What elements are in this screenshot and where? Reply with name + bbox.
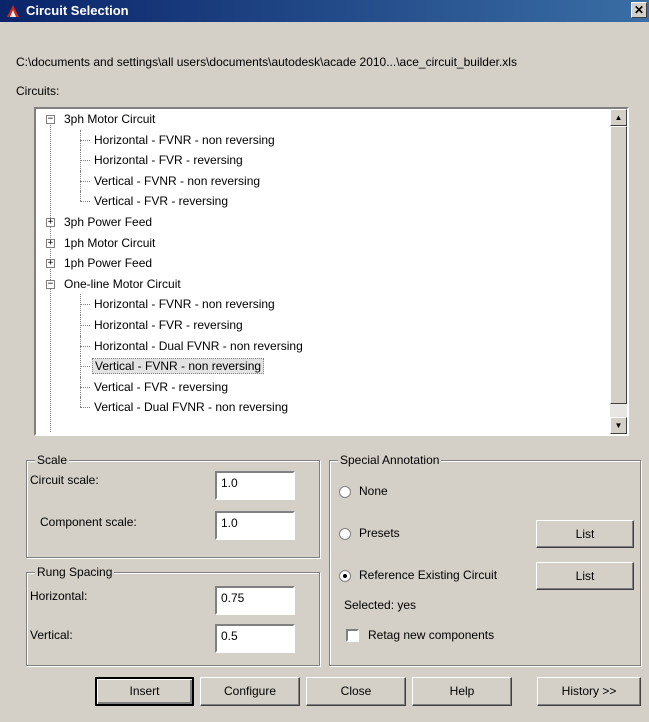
scale-group: Scale Circuit scale: 1.0 Component scale… bbox=[26, 453, 320, 558]
tree-connector bbox=[80, 397, 81, 408]
tree-connector bbox=[80, 376, 81, 398]
tree-connector bbox=[80, 129, 81, 151]
selected-status: Selected: yes bbox=[344, 598, 417, 612]
window-title: Circuit Selection bbox=[26, 3, 129, 18]
tree-connector bbox=[50, 123, 51, 432]
retag-checkbox-label[interactable]: Retag new components bbox=[368, 628, 494, 642]
tree-item-label: Horizontal - FVNR - non reversing bbox=[94, 132, 275, 147]
tree-item-label: Vertical - FVNR - non reversing bbox=[94, 173, 261, 188]
tree-connector bbox=[80, 366, 90, 368]
tree-connector bbox=[80, 150, 81, 171]
reference-existing-radio[interactable] bbox=[339, 570, 351, 582]
horizontal-label: Horizontal: bbox=[30, 589, 88, 603]
tree-category[interactable]: 3ph Motor Circuit bbox=[62, 109, 157, 129]
tree-category[interactable]: 3ph Power Feed bbox=[62, 212, 154, 232]
tree-item-label: 1ph Power Feed bbox=[64, 256, 153, 271]
tree-connector bbox=[80, 304, 90, 306]
rung-spacing-group-title: Rung Spacing bbox=[35, 565, 115, 579]
close-icon[interactable]: ✕ bbox=[631, 2, 647, 18]
tree-item-label: Vertical - Dual FVNR - non reversing bbox=[94, 400, 289, 415]
close-button[interactable]: Close bbox=[306, 677, 406, 706]
tree-circuit-item[interactable]: Horizontal - FVNR - non reversing bbox=[92, 130, 277, 150]
collapse-icon[interactable]: − bbox=[46, 279, 55, 289]
tree-connector bbox=[80, 191, 81, 202]
circuit-scale-input[interactable]: 1.0 bbox=[215, 471, 295, 500]
expand-icon[interactable]: + bbox=[46, 238, 55, 248]
scroll-up-button[interactable]: ▲ bbox=[610, 109, 627, 126]
horizontal-spacing-input[interactable]: 0.75 bbox=[215, 586, 295, 615]
component-scale-label: Component scale: bbox=[40, 515, 137, 529]
circuits-label: Circuits: bbox=[16, 84, 60, 98]
help-button[interactable]: Help bbox=[412, 677, 512, 706]
tree-connector bbox=[80, 160, 90, 162]
tree-item-label: One-line Motor Circuit bbox=[64, 276, 181, 291]
insert-button[interactable]: Insert bbox=[95, 677, 194, 706]
scroll-thumb[interactable] bbox=[610, 126, 627, 404]
tree-item-label: Vertical - FVNR - non reversing bbox=[92, 358, 265, 375]
presets-list-button[interactable]: List bbox=[536, 520, 634, 548]
tree-item-label: Horizontal - FVNR - non reversing bbox=[94, 297, 275, 312]
history-button[interactable]: History >> bbox=[537, 677, 641, 706]
tree-connector bbox=[80, 294, 81, 315]
configure-button[interactable]: Configure bbox=[200, 677, 300, 706]
tree-circuit-item[interactable]: Vertical - FVNR - non reversing bbox=[92, 356, 265, 376]
tree-item-label: Horizontal - Dual FVNR - non reversing bbox=[94, 338, 303, 353]
tree-circuit-item[interactable]: Vertical - FVR - reversing bbox=[92, 377, 230, 397]
circuit-scale-label: Circuit scale: bbox=[30, 473, 99, 487]
tree-connector bbox=[80, 407, 90, 409]
scroll-down-button[interactable]: ▼ bbox=[610, 417, 627, 434]
tree-item-label: Horizontal - FVR - reversing bbox=[94, 318, 243, 332]
circuit-tree[interactable]: −3ph Motor Circuit Horizontal - FVNR - no… bbox=[34, 107, 629, 436]
special-annotation-group: Special Annotation None Presets List Ref… bbox=[329, 453, 641, 666]
rung-spacing-group: Rung Spacing Horizontal: 0.75 Vertical: … bbox=[26, 565, 320, 666]
tree-item-label: Horizontal - FVR - reversing bbox=[94, 153, 243, 168]
reference-list-button[interactable]: List bbox=[536, 562, 634, 590]
tree-category[interactable]: 1ph Motor Circuit bbox=[62, 233, 157, 253]
tree-item-label: 1ph Motor Circuit bbox=[64, 235, 156, 250]
tree-connector bbox=[80, 201, 90, 203]
tree-circuit-item[interactable]: Vertical - Dual FVNR - non reversing bbox=[92, 397, 290, 417]
file-path: C:\documents and settings\all users\docu… bbox=[16, 55, 517, 69]
vertical-label: Vertical: bbox=[30, 628, 73, 642]
tree-item-label: Vertical - FVR - reversing bbox=[94, 194, 229, 209]
tree-item-label: 3ph Power Feed bbox=[64, 215, 153, 229]
tree-connector bbox=[80, 345, 90, 347]
tree-item-label: 3ph Motor Circuit bbox=[64, 112, 156, 126]
presets-radio-label[interactable]: Presets bbox=[359, 526, 400, 540]
none-radio-label[interactable]: None bbox=[359, 484, 388, 498]
expand-icon[interactable]: + bbox=[46, 259, 55, 269]
presets-radio[interactable] bbox=[339, 528, 351, 540]
circuit-tree-items: −3ph Motor Circuit Horizontal - FVNR - no… bbox=[36, 109, 610, 434]
tree-connector bbox=[80, 356, 81, 377]
special-annotation-title: Special Annotation bbox=[338, 453, 442, 467]
vertical-spacing-input[interactable]: 0.5 bbox=[215, 624, 295, 653]
tree-item-label: Vertical - FVR - reversing bbox=[94, 379, 229, 394]
tree-circuit-item[interactable]: Vertical - FVR - reversing bbox=[92, 191, 230, 211]
tree-circuit-item[interactable]: Horizontal - FVR - reversing bbox=[92, 315, 245, 335]
tree-circuit-item[interactable]: Horizontal - FVR - reversing bbox=[92, 150, 245, 170]
scale-group-title: Scale bbox=[35, 453, 70, 467]
tree-circuit-item[interactable]: Horizontal - FVNR - non reversing bbox=[92, 294, 277, 314]
app-icon bbox=[7, 5, 19, 17]
reference-existing-label[interactable]: Reference Existing Circuit bbox=[359, 568, 497, 582]
retag-checkbox[interactable] bbox=[346, 629, 359, 642]
collapse-icon[interactable]: − bbox=[46, 115, 55, 124]
tree-category[interactable]: 1ph Power Feed bbox=[62, 253, 154, 273]
title-bar: Circuit Selection ✕ bbox=[0, 0, 649, 22]
tree-connector bbox=[80, 386, 90, 388]
tree-connector bbox=[80, 139, 90, 141]
circuit-selection-dialog: Circuit Selection ✕ C:\documents and set… bbox=[0, 0, 649, 722]
none-radio[interactable] bbox=[339, 486, 351, 498]
tree-connector bbox=[80, 180, 90, 182]
tree-circuit-item[interactable]: Horizontal - Dual FVNR - non reversing bbox=[92, 336, 305, 356]
tree-circuit-item[interactable]: Vertical - FVNR - non reversing bbox=[92, 171, 262, 191]
tree-connector bbox=[80, 170, 81, 192]
tree-connector bbox=[80, 325, 90, 326]
component-scale-input[interactable]: 1.0 bbox=[215, 511, 295, 540]
expand-icon[interactable]: + bbox=[46, 218, 55, 227]
tree-connector bbox=[80, 315, 81, 336]
vertical-scrollbar[interactable]: ▲ ▼ bbox=[610, 109, 627, 434]
tree-connector bbox=[80, 335, 81, 357]
tree-category[interactable]: One-line Motor Circuit bbox=[62, 274, 183, 294]
